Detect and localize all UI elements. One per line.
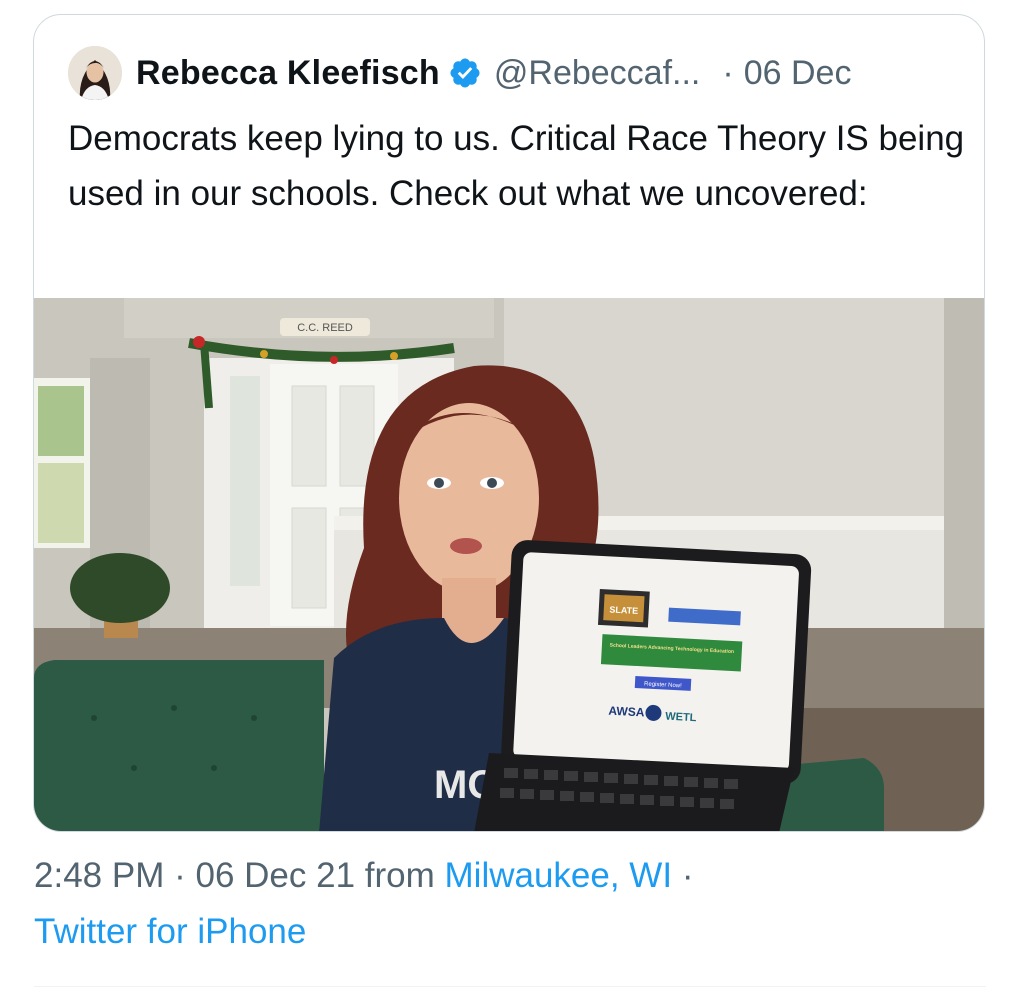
author-name[interactable]: Rebecca Kleefisch	[136, 54, 440, 93]
divider	[34, 986, 986, 987]
tweet-date[interactable]: 06 Dec	[744, 54, 852, 93]
header-separator: ·	[722, 53, 734, 92]
author-handle[interactable]: @Rebeccaf...	[494, 54, 701, 93]
tweet-meta: 2:48 PM · 06 Dec 21 from Milwaukee, WI ·…	[34, 848, 994, 960]
tweet-meta-line-1: 2:48 PM · 06 Dec 21 from Milwaukee, WI ·	[34, 848, 994, 904]
location-link[interactable]: Milwaukee, WI	[445, 856, 673, 895]
tweet-full-date[interactable]: 06 Dec 21	[195, 856, 355, 895]
verified-badge-icon	[450, 58, 480, 88]
quoted-tweet-card[interactable]: Rebecca Kleefisch @Rebeccaf... · 06 Dec …	[33, 14, 985, 832]
tweet-media-video[interactable]: C.C. REED MO SLATE School Leaders Advanc…	[34, 298, 984, 831]
tweet-time[interactable]: 2:48 PM	[34, 856, 164, 895]
tweet-meta-line-2: Twitter for iPhone	[34, 904, 994, 960]
tablet-logo-wetl: WETL	[665, 711, 697, 725]
tablet-slate-title: SLATE	[609, 604, 638, 615]
meta-dot: ·	[174, 856, 186, 895]
door-sign-text: C.C. REED	[297, 322, 353, 334]
client-link[interactable]: Twitter for iPhone	[34, 912, 306, 951]
from-label: from	[364, 856, 435, 895]
tweet-detail-page: Rebecca Kleefisch @Rebeccaf... · 06 Dec …	[0, 0, 1020, 1008]
tablet-logo-awsa: AWSA	[608, 704, 645, 720]
tweet-text: Democrats keep lying to us. Critical Rac…	[68, 119, 965, 213]
avatar[interactable]	[68, 46, 122, 100]
meta-trailing-dot: ·	[681, 856, 694, 895]
tweet-header: Rebecca Kleefisch @Rebeccaf... · 06 Dec	[68, 43, 851, 103]
